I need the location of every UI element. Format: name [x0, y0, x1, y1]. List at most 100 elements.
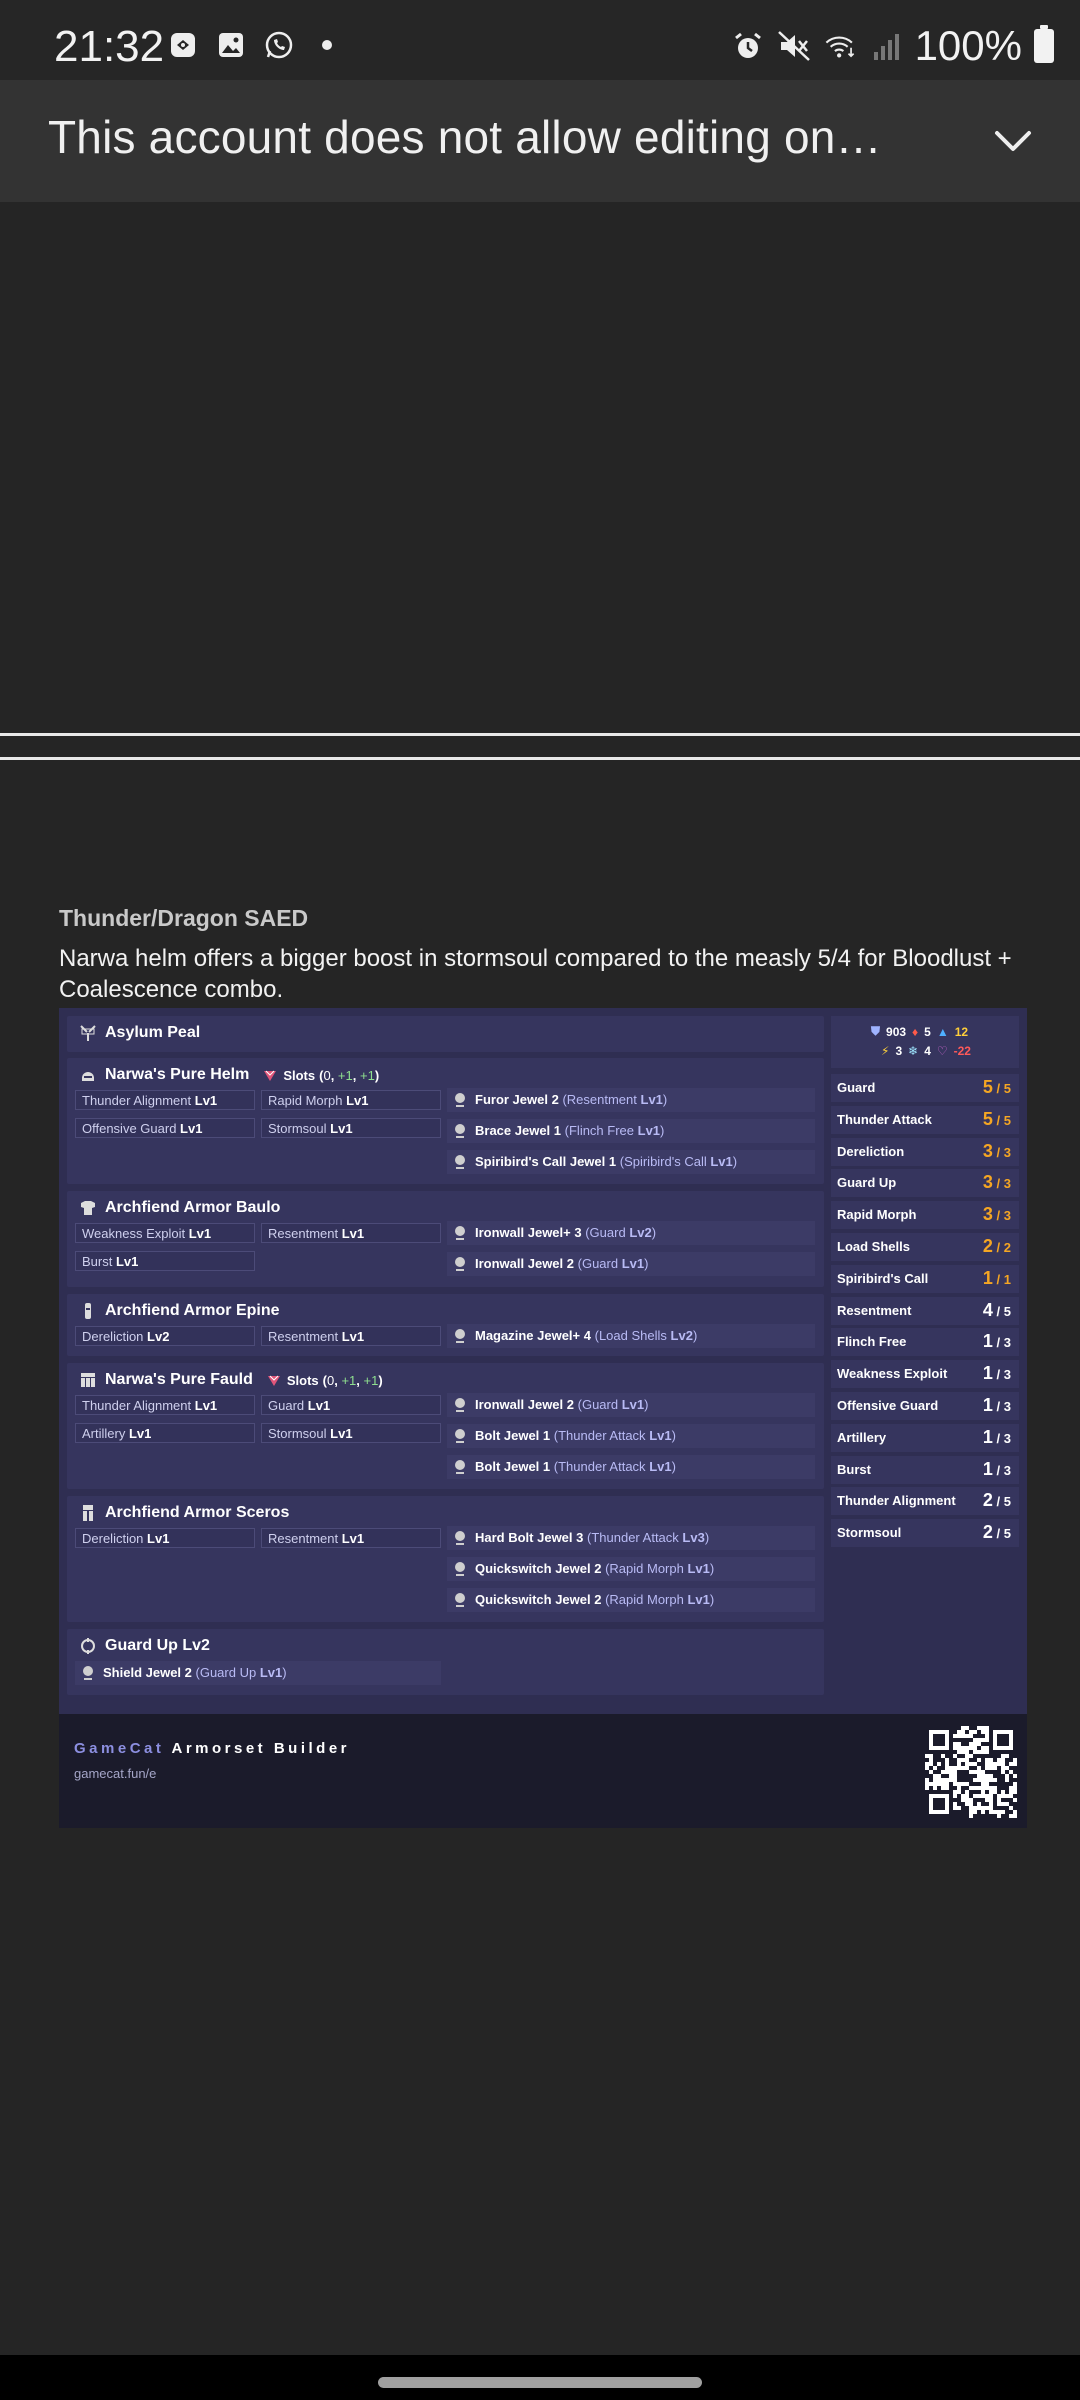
skill-total-row: Thunder Attack 5 / 5 [831, 1105, 1019, 1134]
talisman-name: Guard Up Lv2 [105, 1637, 210, 1654]
jewel-slot: Ironwall Jewel 2 (Guard Lv1) [447, 1252, 815, 1276]
skill-total-row: Thunder Alignment 2 / 5 [831, 1487, 1019, 1516]
mute-icon [777, 29, 811, 63]
whatsapp-icon [262, 28, 296, 62]
jewel-slot: Ironwall Jewel+ 3 (Guard Lv2) [447, 1221, 815, 1245]
jewel-icon [453, 1154, 467, 1170]
armor-skill: Stormsoul Lv1 [261, 1118, 441, 1138]
chevron-down-icon[interactable] [988, 116, 1038, 166]
skill-total-row: Load Shells 2 / 2 [831, 1233, 1019, 1261]
jewel-slot: Hard Bolt Jewel 3 (Thunder Attack Lv3) [447, 1526, 815, 1550]
brand-url[interactable]: gamecat.fun/e [74, 1766, 156, 1781]
skill-total-level: 4 / 5 [982, 1299, 1011, 1320]
bixby-icon [166, 28, 200, 62]
armor-skill: Resentment Lv1 [261, 1223, 441, 1243]
skill-total-level: 1 / 3 [982, 1395, 1011, 1415]
armor-skill: Resentment Lv1 [261, 1326, 441, 1346]
skill-total-level: 2 / 5 [982, 1490, 1011, 1511]
skill-total-row: Offensive Guard 1 / 3 [831, 1392, 1019, 1420]
ice-res-icon: ❄ [908, 1044, 919, 1058]
skill-total-row: Weakness Exploit 1 / 3 [831, 1360, 1019, 1389]
dragon-res-icon: ♡ [936, 1044, 948, 1058]
skill-total-name: Rapid Morph [837, 1207, 917, 1223]
skill-total-name: Dereliction [837, 1143, 905, 1159]
jewel-icon [453, 1592, 467, 1608]
skill-total-level: 1 / 1 [982, 1267, 1011, 1288]
skill-total-row: Resentment 4 / 5 [831, 1296, 1019, 1325]
divider-bottom [0, 757, 1080, 760]
decoration-slot-icon [261, 1066, 279, 1084]
skill-total-name: Thunder Attack [837, 1111, 932, 1127]
skill-total-level: 2 / 5 [982, 1522, 1011, 1543]
skill-total-name: Load Shells [837, 1239, 910, 1254]
banner-text: This account does not allow editing on… [48, 111, 882, 163]
dragon-res-value: -22 [953, 1044, 971, 1058]
defense-icon: ⛊ [871, 1024, 881, 1038]
build-body: Asylum Peal Narwa's Pure Helm Slots (0, [59, 1008, 1027, 1714]
chest-armor-icon [79, 1199, 97, 1217]
skill-total-level: 3 / 3 [982, 1140, 1011, 1161]
jewel-icon [453, 1459, 467, 1475]
jewel-slot: Ironwall Jewel 2 (Guard Lv1) [447, 1393, 815, 1417]
armor-skill: Stormsoul Lv1 [261, 1423, 441, 1443]
brand-title: GameCat Armorset Builder [74, 1740, 351, 1757]
armor-skill: Dereliction Lv1 [75, 1528, 255, 1548]
slots-label: Slots [283, 1067, 316, 1083]
jewel-slot: Quickswitch Jewel 2 (Rapid Morph Lv1) [447, 1588, 815, 1612]
skill-total-level: 1 / 3 [982, 1331, 1011, 1352]
skill-total-row: Dereliction 3 / 3 [831, 1137, 1019, 1166]
skill-total-row: Burst 1 / 3 [831, 1455, 1019, 1484]
jewel-icon [453, 1123, 467, 1139]
home-gesture-handle[interactable] [378, 2377, 702, 2388]
armor-skill: Offensive Guard Lv1 [75, 1118, 255, 1138]
jewel-icon [453, 1397, 467, 1413]
system-icons: 100% [731, 22, 1054, 70]
skill-total-row: Artillery 1 / 3 [831, 1423, 1019, 1452]
armor-name: Narwa's Pure Helm [105, 1066, 250, 1083]
jewel-slot: Spiribird's Call Jewel 1 (Spiribird's Ca… [447, 1150, 815, 1174]
skill-total-name: Artillery [837, 1429, 887, 1445]
armor-skill: Resentment Lv1 [261, 1528, 441, 1548]
jewel-icon [453, 1428, 467, 1444]
jewel-slot: Brace Jewel 1 (Flinch Free Lv1) [447, 1119, 815, 1143]
notification-icons [166, 28, 344, 62]
defense-stats: ⛊ 903 ♦ 5 ▲ 12 ⚡ 3 ❄ 4 ♡ -22 [831, 1016, 1019, 1068]
skill-total-name: Burst [837, 1461, 871, 1477]
battery-percent: 100% [914, 22, 1022, 69]
armor-skill: Thunder Alignment Lv1 [75, 1395, 255, 1415]
skill-total-level: 5 / 5 [982, 1108, 1011, 1129]
slots-label: Slots [286, 1372, 319, 1388]
decoration-slot-icon [265, 1371, 283, 1389]
defense-value: 903 [886, 1024, 907, 1039]
arm-armor-icon [79, 1302, 97, 1320]
wifi-icon [823, 29, 857, 63]
talisman-card: Guard Up Lv2 Shield Jewel 2 (Guard Up Lv… [67, 1629, 824, 1695]
fire-res-icon: ♦ [912, 1024, 919, 1039]
armorset-build-image[interactable]: Asylum Peal Narwa's Pure Helm Slots (0, [59, 1008, 1027, 1828]
jewel-icon [453, 1225, 467, 1241]
armor-skill: Burst Lv1 [75, 1251, 255, 1271]
skill-total-name: Guard Up [837, 1175, 897, 1191]
armor-card-helm: Narwa's Pure Helm Slots (0, +1, +1) Thun… [67, 1058, 824, 1184]
jewel-slot: Bolt Jewel 1 (Thunder Attack Lv1) [447, 1455, 815, 1479]
gesture-nav-bar [0, 2355, 1080, 2400]
weapon-card: Asylum Peal [67, 1016, 824, 1052]
editing-restriction-banner[interactable]: This account does not allow editing on… [0, 80, 1080, 202]
jewel-slot: Furor Jewel 2 (Resentment Lv1) [447, 1088, 815, 1112]
skill-total-name: Flinch Free [837, 1334, 907, 1350]
alarm-icon [731, 29, 765, 63]
jewel-icon [453, 1092, 467, 1108]
skill-total-level: 3 / 3 [982, 1172, 1011, 1193]
slots-info: Slots (0, +1, +1) [265, 1371, 383, 1389]
skill-total-level: 1 / 3 [982, 1458, 1011, 1479]
armor-skill: Thunder Alignment Lv1 [75, 1090, 255, 1110]
battery-icon [1034, 25, 1054, 63]
skill-total-level: 2 / 2 [982, 1236, 1011, 1256]
armor-card-arms: Archfiend Armor Epine Dereliction Lv2 Re… [67, 1294, 824, 1356]
helm-icon [79, 1066, 97, 1084]
fire-res-value: 5 [924, 1024, 931, 1039]
gallery-icon [214, 28, 248, 62]
skill-total-row: Guard 5 / 5 [831, 1074, 1019, 1102]
skill-total-row: Guard Up 3 / 3 [831, 1169, 1019, 1198]
jewel-slot: Quickswitch Jewel 2 (Rapid Morph Lv1) [447, 1557, 815, 1581]
